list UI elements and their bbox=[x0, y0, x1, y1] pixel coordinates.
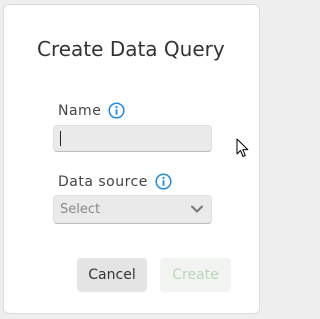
data-source-select[interactable]: Select bbox=[53, 195, 212, 224]
create-data-query-dialog: Create Data Query Name Data source Selec… bbox=[3, 4, 260, 314]
data-source-label: Data source bbox=[58, 173, 172, 190]
create-button[interactable]: Create bbox=[160, 258, 231, 292]
info-icon[interactable] bbox=[155, 173, 172, 190]
data-source-select-value: Select bbox=[60, 202, 101, 217]
data-source-label-text: Data source bbox=[58, 173, 148, 190]
chevron-down-icon bbox=[190, 204, 204, 214]
mouse-pointer-icon bbox=[236, 138, 250, 159]
dialog-title: Create Data Query bbox=[37, 37, 225, 61]
text-caret bbox=[60, 131, 61, 146]
cancel-button[interactable]: Cancel bbox=[77, 258, 147, 292]
name-label-text: Name bbox=[58, 102, 102, 119]
name-input[interactable] bbox=[53, 125, 212, 152]
info-icon[interactable] bbox=[108, 102, 125, 119]
name-label: Name bbox=[58, 102, 125, 119]
